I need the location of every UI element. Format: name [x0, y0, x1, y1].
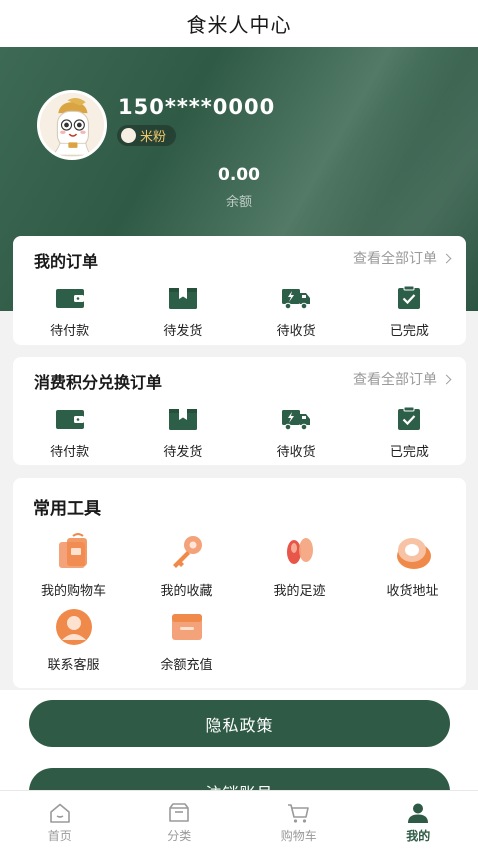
tool-address[interactable]: 收货地址	[356, 532, 469, 599]
tab-category[interactable]: 分类	[120, 791, 240, 850]
points-order-pending-shipment-label: 待发货	[163, 445, 203, 460]
points-order-pending-payment-label: 待付款	[50, 445, 90, 460]
privacy-policy-button[interactable]: 隐私政策	[29, 700, 450, 747]
cart-icon	[287, 804, 309, 823]
points-order-pending-payment[interactable]: 待付款	[13, 407, 126, 460]
recharge-icon	[171, 614, 202, 640]
tab-category-label: 分类	[167, 829, 192, 843]
view-all-points-orders-label: 查看全部订单	[353, 372, 437, 388]
points-orders-card: 消费积分兑换订单 查看全部订单 待付款 待发货 待收货 已完成	[13, 357, 466, 465]
points-order-completed-label: 已完成	[389, 445, 429, 460]
tab-home[interactable]: 首页	[0, 791, 120, 850]
tool-footprints-label: 我的足迹	[273, 584, 326, 599]
view-all-points-orders-link[interactable]: 查看全部订单	[353, 369, 452, 389]
tool-cart[interactable]: 我的购物车	[17, 532, 130, 599]
tool-address-label: 收货地址	[386, 584, 439, 599]
points-orders-title: 消费积分兑换订单	[34, 373, 163, 392]
home-icon	[49, 803, 70, 823]
tab-cart-label: 购物车	[280, 829, 317, 843]
member-badge-label: 米粉	[140, 130, 167, 145]
tool-footprints[interactable]: 我的足迹	[243, 532, 356, 599]
tool-recharge[interactable]: 余额充值	[130, 606, 243, 673]
tab-cart[interactable]: 购物车	[239, 791, 359, 850]
box-icon	[168, 288, 197, 309]
tool-favorites-label: 我的收藏	[160, 584, 213, 599]
balance-label: 余额	[225, 195, 252, 210]
points-order-pending-receipt-label: 待收货	[276, 445, 316, 460]
mascot-avatar-icon	[40, 93, 104, 157]
clipboard-check-icon	[398, 286, 421, 309]
chevron-right-icon	[441, 253, 452, 263]
key-icon	[172, 536, 202, 568]
order-pending-receipt[interactable]: 待收货	[240, 286, 353, 339]
points-order-pending-receipt[interactable]: 待收货	[240, 407, 353, 460]
order-pending-shipment[interactable]: 待发货	[126, 286, 239, 339]
user-icon	[408, 803, 429, 823]
tab-mine-label: 我的	[406, 829, 431, 843]
points-order-pending-shipment[interactable]: 待发货	[126, 407, 239, 460]
chevron-right-icon	[441, 374, 452, 384]
box-icon	[168, 409, 197, 430]
cart-box-icon	[58, 533, 87, 568]
tool-recharge-label: 余额充值	[160, 658, 213, 673]
view-all-orders-label: 查看全部订单	[353, 251, 437, 267]
wallet-icon	[55, 289, 84, 308]
avatar[interactable]	[37, 90, 107, 160]
my-orders-card: 我的订单 查看全部订单 待付款 待发货 待收货 已完成	[13, 236, 466, 345]
order-pending-payment-label: 待付款	[50, 324, 90, 339]
my-orders-title: 我的订单	[34, 252, 99, 271]
truck-icon	[282, 410, 311, 431]
order-completed[interactable]: 已完成	[353, 286, 466, 339]
view-all-orders-link[interactable]: 查看全部订单	[353, 248, 452, 268]
tab-mine[interactable]: 我的	[359, 791, 478, 850]
wallet-icon	[55, 410, 84, 429]
tool-customer-service-label: 联系客服	[47, 658, 100, 673]
tool-favorites[interactable]: 我的收藏	[130, 532, 243, 599]
order-pending-receipt-label: 待收货	[276, 324, 316, 339]
clipboard-check-icon	[398, 407, 421, 430]
balance-value[interactable]: 0.00	[0, 165, 478, 185]
order-completed-label: 已完成	[389, 324, 429, 339]
location-icon	[396, 538, 431, 569]
order-pending-shipment-label: 待发货	[163, 324, 203, 339]
member-badge: 米粉	[117, 125, 177, 146]
points-order-completed[interactable]: 已完成	[353, 407, 466, 460]
footprint-icon	[286, 538, 313, 564]
tool-customer-service[interactable]: 联系客服	[17, 606, 130, 673]
order-pending-payment[interactable]: 待付款	[13, 286, 126, 339]
tool-cart-label: 我的购物车	[40, 584, 106, 599]
category-icon	[169, 803, 190, 822]
bottom-tab-bar: 首页 分类 购物车 我的	[0, 790, 478, 850]
tab-home-label: 首页	[47, 829, 72, 843]
customer-service-icon	[55, 609, 92, 645]
page-title: 食米人中心	[0, 0, 478, 47]
mascot-mini-icon	[121, 128, 136, 143]
tools-card: 常用工具 我的购物车 我的收藏 我的足迹 收货地址 联系客服 余额充值	[13, 478, 466, 688]
tools-title: 常用工具	[33, 499, 101, 519]
truck-icon	[282, 289, 311, 310]
user-phone: 150****0000	[118, 95, 276, 119]
